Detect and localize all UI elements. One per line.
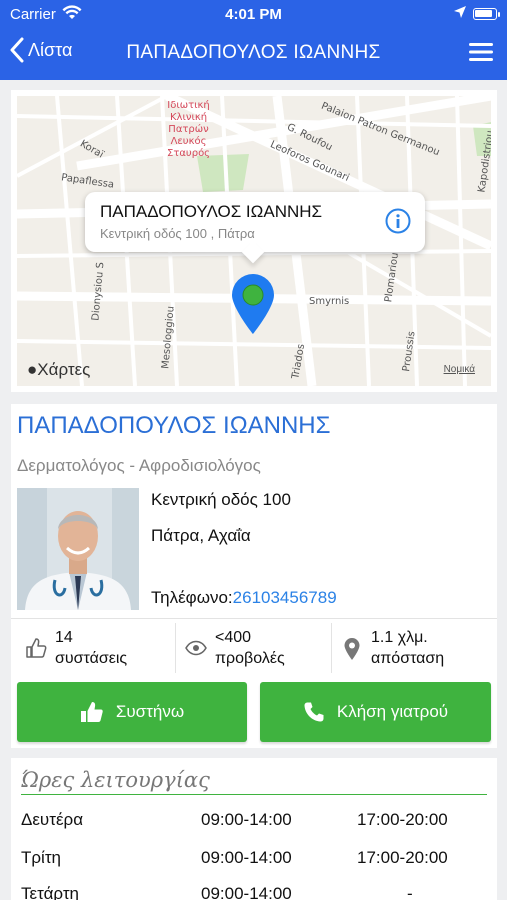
address-line1: Κεντρική οδός 100 [151,490,291,509]
thumbs-up-icon [80,702,103,722]
stat-recommendations: 14 συστάσεις [25,627,175,671]
stat-divider [175,623,176,673]
hours-morning: 09:00-14:00 [201,884,292,900]
map-marker-icon [343,637,361,666]
views-label: προβολές [215,650,285,667]
hours-day: Δευτέρα [21,810,84,829]
views-value: <400 [215,629,252,646]
recommend-button-label: Συστήνω [115,702,185,721]
hours-afternoon: - [407,884,413,900]
info-icon[interactable] [385,208,411,239]
phone-link[interactable]: 26103456789 [233,588,337,607]
doctor-photo [17,488,139,610]
nav-bar: Λίστα ΠΑΠΑΔΟΠΟΥΛΟΣ ΙΩΑΝΝΗΣ [0,30,507,76]
doctor-card: ΠΑΠΑΔΟΠΟΥΛΟΣ ΙΩΑΝΝΗΣ Δερματολόγος - Αφρο… [11,404,497,748]
hours-row: Δευτέρα 09:00-14:00 17:00-20:00 [11,810,497,846]
hours-morning: 09:00-14:00 [201,810,292,829]
page-title: ΠΑΠΑΔΟΠΟΥΛΟΣ ΙΩΑΝΝΗΣ [126,42,381,63]
hamburger-menu-icon[interactable] [469,42,493,67]
poi-line: Κλινική [170,112,208,123]
doctor-name: ΠΑΠΑΔΟΠΟΥΛΟΣ ΙΩΑΝΝΗΣ [17,412,331,439]
app-header: Carrier 4:01 PM Λίστα ΠΑΠΑΔΟΠΟΥΛΟΣ ΙΩΑΝΝ… [0,0,507,80]
apple-logo-icon: ● [27,360,38,379]
location-arrow-icon [453,5,467,23]
recommend-button[interactable]: Συστήνω [17,682,247,742]
call-doctor-button-label: Κλήση γιατρού [336,702,449,721]
callout-name: ΠΑΠΑΔΟΠΟΥΛΟΣ ΙΩΑΝΝΗΣ [100,202,323,221]
status-bar: Carrier 4:01 PM [0,0,507,28]
phone-row: Τηλέφωνο:26103456789 [151,588,337,608]
hours-morning: 09:00-14:00 [201,848,292,867]
hours-afternoon: 17:00-20:00 [357,810,448,829]
recommendations-value: 14 [55,629,73,646]
callout-address: Κεντρική οδός 100 , Πάτρα [100,226,255,241]
maps-logo: ●Χάρτες [27,360,90,380]
maps-logo-label: Χάρτες [37,360,91,379]
hours-title: Ώρες λειτουργίας [21,768,210,792]
map-view[interactable]: Ιδιωτική Κλινική Πατρών Λευκός Σταυρός P… [17,96,491,386]
clock: 4:01 PM [225,6,282,23]
opening-hours-card: Ώρες λειτουργίας Δευτέρα 09:00-14:00 17:… [11,758,497,900]
hours-day: Τετάρτη [21,884,79,900]
phone-icon [304,702,324,722]
distance-value: 1.1 χλμ. [371,629,428,646]
stat-divider [331,623,332,673]
location-pin-icon[interactable] [229,272,277,341]
hours-divider [21,794,487,795]
recommendations-label: συστάσεις [55,650,128,667]
eye-icon [185,637,207,664]
battery-icon [473,8,500,20]
thumbs-up-icon [25,637,47,664]
poi-line: Πατρών [168,124,209,135]
distance-label: απόσταση [371,650,445,667]
hours-day: Τρίτη [21,848,62,867]
hours-row: Τρίτη 09:00-14:00 17:00-20:00 [11,848,497,884]
call-doctor-button[interactable]: Κλήση γιατρού [260,682,491,742]
stat-distance: 1.1 χλμ. απόσταση [343,627,493,671]
poi-label: Ιδιωτική Κλινική Πατρών Λευκός Σταυρός [167,100,210,160]
phone-label: Τηλέφωνο: [151,588,233,607]
map-callout[interactable]: ΠΑΠΑΔΟΠΟΥΛΟΣ ΙΩΑΝΝΗΣ Κεντρική οδός 100 ,… [85,192,425,252]
doctor-specialty: Δερματολόγος - Αφροδισιολόγος [17,456,261,475]
stats-bar: 14 συστάσεις <400 προβολές 1.1 χλμ. απόσ… [11,618,497,676]
legal-link[interactable]: Νομικά [444,364,475,375]
poi-line: Λευκός [170,136,207,147]
map-card: Ιδιωτική Κλινική Πατρών Λευκός Σταυρός P… [11,90,497,392]
poi-line: Σταυρός [167,148,211,159]
stat-views: <400 προβολές [185,627,335,671]
hours-afternoon: 17:00-20:00 [357,848,448,867]
street-label: Smyrnis [309,296,350,307]
poi-line: Ιδιωτική [167,100,210,111]
hours-row: Τετάρτη 09:00-14:00 - [11,884,497,900]
address-line2: Πάτρα, Αχαΐα [151,526,251,545]
